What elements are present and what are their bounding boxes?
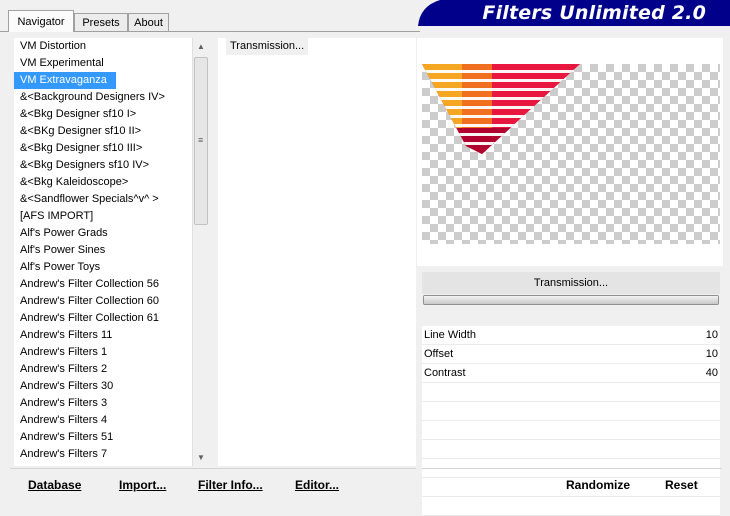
category-item[interactable]: VM Distortion [14, 38, 192, 55]
grip-icon: ≡ [198, 135, 204, 145]
param-offset[interactable]: Offset 10 [422, 345, 720, 364]
preview-filter-title: Transmission... [422, 272, 720, 294]
import-button[interactable]: Import... [119, 476, 166, 494]
category-item[interactable]: Alf's Power Grads [14, 225, 192, 242]
tab-about[interactable]: About [128, 13, 169, 31]
filter-item-transmission[interactable]: Transmission... [226, 38, 309, 55]
param-value[interactable]: 10 [706, 345, 718, 363]
banner-title: Filters Unlimited 2.0 [482, 2, 706, 24]
category-item[interactable]: Andrew's Filter Collection 56 [14, 276, 192, 293]
randomize-button[interactable]: Randomize [566, 476, 630, 494]
filter-list[interactable] [218, 38, 416, 466]
database-button[interactable]: Database [28, 476, 81, 494]
param-label: Line Width [424, 329, 476, 341]
category-item[interactable]: Andrew's Filters 3 [14, 395, 192, 412]
category-item[interactable]: &<Sandflower Specials^v^ > [14, 191, 192, 208]
category-item[interactable]: Andrew's Filters 51 [14, 429, 192, 446]
param-contrast[interactable]: Contrast 40 [422, 364, 720, 383]
progress-fill [424, 296, 718, 304]
category-item[interactable]: Andrew's Filters 11 [14, 327, 192, 344]
category-item[interactable]: &<BKg Designer sf10 II> [14, 123, 192, 140]
category-item[interactable]: Andrew's Filters 2 [14, 361, 192, 378]
param-empty-row [422, 497, 720, 516]
preview-image [422, 64, 720, 244]
param-label: Offset [424, 348, 454, 360]
scroll-thumb[interactable]: ≡ [194, 57, 208, 225]
category-item[interactable]: VM Extravaganza [14, 72, 116, 89]
param-empty-row [422, 421, 720, 440]
category-item[interactable]: Alf's Power Sines [14, 242, 192, 259]
category-item[interactable]: Andrew's Filters 30 [14, 378, 192, 395]
param-empty-row [422, 402, 720, 421]
scroll-down-icon[interactable]: ▼ [193, 449, 209, 466]
category-item[interactable]: &<Background Designers IV> [14, 89, 192, 106]
category-item[interactable]: Andrew's Filters 4 [14, 412, 192, 429]
category-item[interactable]: Andrew's Filters 7 [14, 446, 192, 463]
param-value[interactable]: 10 [706, 326, 718, 344]
param-line-width[interactable]: Line Width 10 [422, 326, 720, 345]
filter-info-button[interactable]: Filter Info... [198, 476, 263, 494]
category-item[interactable]: [AFS IMPORT] [14, 208, 192, 225]
editor-button[interactable]: Editor... [295, 476, 339, 494]
category-list[interactable]: VM Distortion VM Experimental VM Extravaga… [14, 38, 192, 466]
category-item[interactable]: Andrew's Filters 1 [14, 344, 192, 361]
param-empty-row [422, 383, 720, 402]
banner: Filters Unlimited 2.0 [400, 0, 730, 26]
category-item[interactable]: &<Bkg Designers sf10 IV> [14, 157, 192, 174]
param-value[interactable]: 40 [706, 364, 718, 382]
category-item[interactable]: VM Experimental [14, 55, 192, 72]
category-item[interactable]: Alf's Power Toys [14, 259, 192, 276]
scroll-up-icon[interactable]: ▲ [193, 38, 209, 55]
tab-navigator[interactable]: Navigator [8, 10, 74, 32]
category-item[interactable]: Andrew's Filters 8 [14, 463, 192, 466]
category-scrollbar[interactable]: ▲ ≡ ▼ [192, 38, 209, 466]
param-label: Contrast [424, 367, 466, 379]
reset-button[interactable]: Reset [665, 476, 698, 494]
category-item[interactable]: Andrew's Filter Collection 61 [14, 310, 192, 327]
category-item[interactable]: Andrew's Filter Collection 60 [14, 293, 192, 310]
category-item[interactable]: &<Bkg Kaleidoscope> [14, 174, 192, 191]
category-item[interactable]: &<Bkg Designer sf10 III> [14, 140, 192, 157]
param-empty-row [422, 440, 720, 459]
tab-presets[interactable]: Presets [74, 13, 128, 31]
bottom-divider-right [422, 468, 722, 469]
category-item[interactable]: &<Bkg Designer sf10 I> [14, 106, 192, 123]
bottom-divider-left [10, 468, 416, 469]
preview-progress-bar [423, 295, 719, 305]
preview-artwork [422, 64, 580, 154]
